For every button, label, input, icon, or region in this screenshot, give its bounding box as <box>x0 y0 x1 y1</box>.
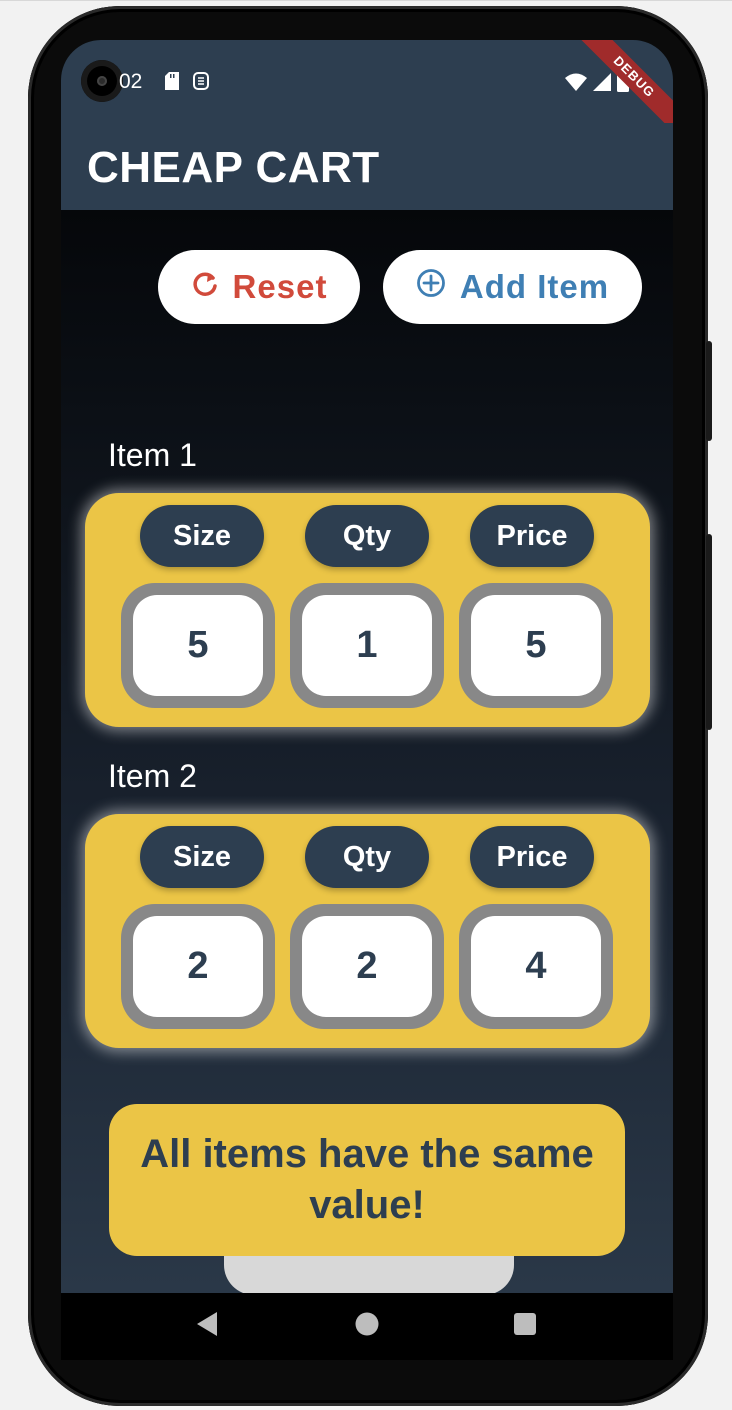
camera-lens <box>97 76 107 86</box>
price-value[interactable]: 4 <box>471 916 601 1017</box>
item-card: Size Qty Price 5 1 5 <box>85 493 650 727</box>
size-value[interactable]: 5 <box>133 595 263 696</box>
app-title: CHEAP CART <box>87 143 380 192</box>
add-item-label: Add Item <box>459 268 610 305</box>
size-value[interactable]: 2 <box>133 916 263 1017</box>
device-screen: 02 DEBUG CHEAP CART Reset Add Item Item … <box>61 40 673 1360</box>
item-label: Item 2 <box>108 758 197 794</box>
sync-icon <box>193 72 209 90</box>
add-circle-icon <box>416 268 446 306</box>
nav-recents-button[interactable] <box>495 1293 555 1360</box>
result-message: All items have the same value! <box>109 1104 625 1256</box>
circle-home-icon <box>354 1311 380 1342</box>
power-button <box>706 341 712 441</box>
app-bar: CHEAP CART <box>61 123 673 210</box>
item-label: Item 1 <box>108 437 197 473</box>
item-card: Size Qty Price 2 2 4 <box>85 814 650 1048</box>
price-header: Price <box>470 826 594 888</box>
status-bar: 02 DEBUG <box>61 40 673 145</box>
front-camera <box>81 60 123 102</box>
sd-card-icon <box>165 72 179 90</box>
price-field[interactable]: 5 <box>459 583 613 708</box>
nav-home-button[interactable] <box>337 1293 397 1360</box>
reset-button[interactable]: Reset <box>158 250 360 324</box>
qty-header: Qty <box>305 826 429 888</box>
square-recents-icon <box>513 1312 537 1341</box>
status-notification-icons <box>165 72 209 90</box>
qty-field[interactable]: 1 <box>290 583 444 708</box>
price-value[interactable]: 5 <box>471 595 601 696</box>
qty-field[interactable]: 2 <box>290 904 444 1029</box>
signal-icon <box>593 73 611 96</box>
qty-header: Qty <box>305 505 429 567</box>
price-header: Price <box>470 505 594 567</box>
status-time: 02 <box>119 70 143 93</box>
volume-button <box>706 534 712 730</box>
add-item-button[interactable]: Add Item <box>383 250 642 324</box>
qty-value[interactable]: 1 <box>302 595 432 696</box>
wifi-icon <box>565 73 587 96</box>
triangle-back-icon <box>195 1311 219 1342</box>
size-header: Size <box>140 505 264 567</box>
nav-back-button[interactable] <box>177 1293 237 1360</box>
refresh-icon <box>191 268 219 306</box>
reset-label: Reset <box>232 268 328 305</box>
size-header: Size <box>140 826 264 888</box>
system-nav-bar <box>61 1293 673 1360</box>
size-field[interactable]: 5 <box>121 583 275 708</box>
qty-value[interactable]: 2 <box>302 916 432 1017</box>
price-field[interactable]: 4 <box>459 904 613 1029</box>
result-card-backdrop <box>224 1255 514 1295</box>
size-field[interactable]: 2 <box>121 904 275 1029</box>
